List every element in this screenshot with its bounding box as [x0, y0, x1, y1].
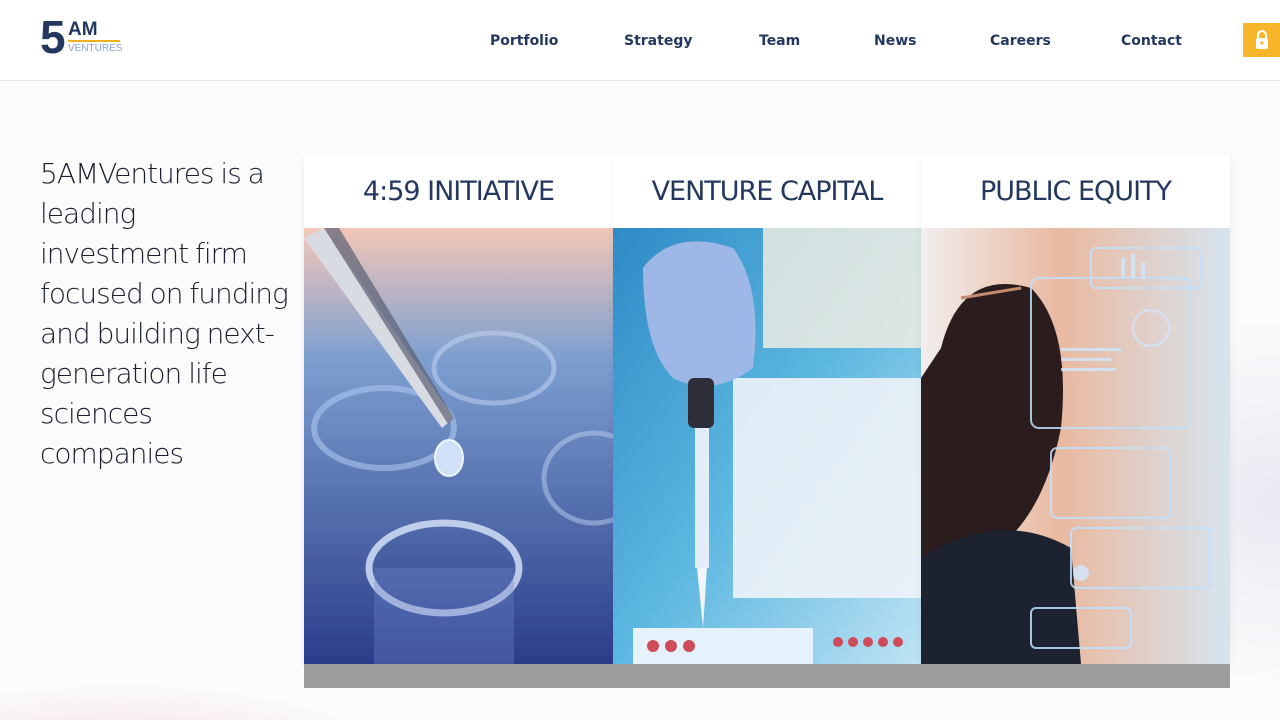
card-image-lab	[613, 228, 921, 664]
nav-strategy[interactable]: Strategy	[624, 32, 692, 50]
main-nav: Portfolio Strategy Team News Careers Con…	[0, 0, 1280, 80]
card-initiative[interactable]: 4:59 INITIATIVE	[304, 155, 613, 664]
nav-news[interactable]: News	[874, 32, 916, 50]
nav-team[interactable]: Team	[759, 32, 800, 50]
nav-contact[interactable]: Contact	[1121, 32, 1182, 50]
card-image-data	[921, 228, 1230, 664]
card-public-equity[interactable]: PUBLIC EQUITY	[921, 155, 1230, 664]
nav-portfolio[interactable]: Portfolio	[490, 32, 558, 50]
nav-careers[interactable]: Careers	[990, 32, 1051, 50]
card-title: 4:59 INITIATIVE	[362, 176, 555, 207]
card-image-pipette	[304, 228, 613, 664]
login-button[interactable]	[1243, 23, 1280, 57]
gloved-hand-pipette-image	[613, 228, 921, 664]
pipette-droplet-image	[304, 228, 613, 664]
card-title: PUBLIC EQUITY	[979, 176, 1172, 207]
lock-icon	[1255, 30, 1268, 49]
hero-tagline: 5AMVentures is a leading investment firm…	[40, 157, 289, 470]
card-venture-capital[interactable]: VENTURE CAPITAL	[613, 155, 921, 664]
card-title: VENTURE CAPITAL	[651, 176, 884, 207]
cards-footer-bar	[304, 664, 1230, 688]
site-header: 5 AM VENTURES Portfolio Strategy Team Ne…	[0, 0, 1280, 81]
holographic-data-image	[921, 228, 1230, 664]
